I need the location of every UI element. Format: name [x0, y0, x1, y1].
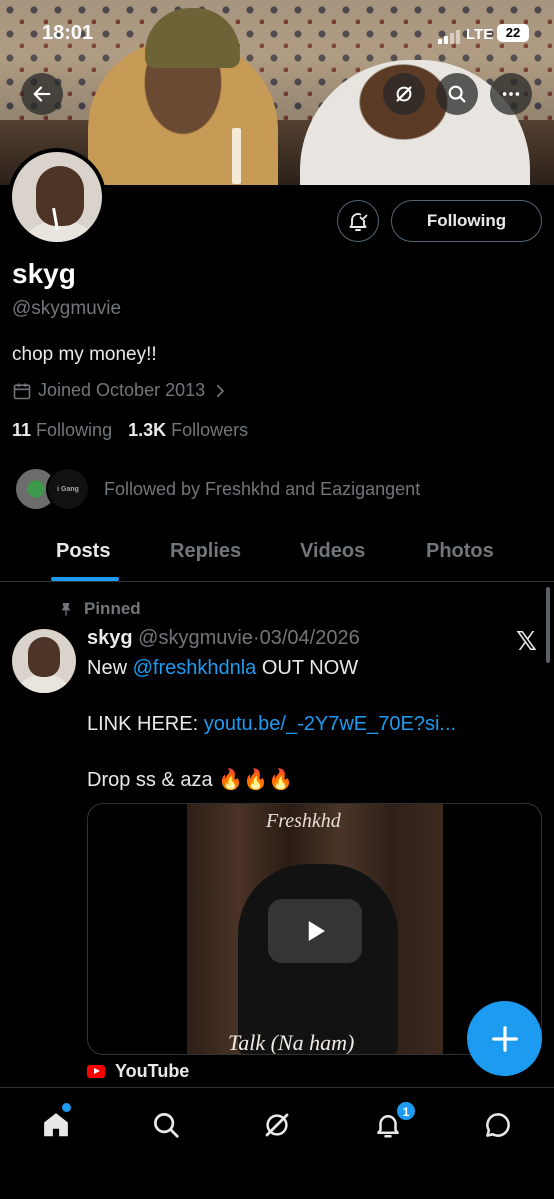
- bell-plus-icon: [349, 213, 368, 231]
- status-bar: 18:01 LTE 22: [0, 14, 554, 52]
- grok-icon: [396, 86, 412, 102]
- home-unread-dot: [62, 1103, 71, 1112]
- follow-counts: 11 Following 1.3K Followers: [12, 420, 248, 441]
- grok-button[interactable]: [383, 73, 425, 115]
- banner-candle: [232, 128, 241, 184]
- status-time: 18:01: [42, 22, 94, 44]
- profile-name: skyg: [12, 258, 76, 289]
- profile-avatar[interactable]: [8, 148, 106, 246]
- tab-photos[interactable]: Photos: [426, 540, 494, 563]
- post-avatar-shirt: [18, 675, 70, 693]
- back-icon: [33, 86, 51, 102]
- followers-count-label: Followers: [171, 420, 249, 440]
- search-button[interactable]: [436, 73, 478, 115]
- tab-videos[interactable]: Videos: [300, 540, 365, 563]
- signal-icon: [438, 26, 462, 44]
- more-button[interactable]: [490, 73, 532, 115]
- pin-icon: [61, 603, 71, 616]
- post-text-link-here: LINK HERE:: [87, 713, 204, 735]
- post-text-out-now: OUT NOW: [256, 657, 359, 679]
- nav-search[interactable]: [146, 1105, 186, 1145]
- more-icon: [502, 92, 520, 96]
- notifications-badge: 1: [396, 1101, 416, 1121]
- avatar-face: [36, 166, 84, 226]
- post-avatar-face: [28, 637, 60, 677]
- post-mention-link[interactable]: @freshkhdnla: [133, 657, 257, 679]
- following-count-label: Following: [36, 420, 113, 440]
- compose-button[interactable]: [467, 1001, 542, 1076]
- post-header: skyg @skygmuvie·03/04/2026: [87, 627, 360, 650]
- pinned-label: Pinned: [58, 599, 141, 619]
- battery-indicator: 22: [497, 24, 529, 42]
- scrollbar[interactable]: [546, 587, 550, 663]
- active-tab-indicator: [51, 577, 119, 581]
- following-count: 11: [12, 420, 32, 440]
- video-title-bottom: Talk (Na ham): [228, 1030, 355, 1055]
- play-icon: [308, 921, 325, 941]
- followers-link[interactable]: 1.3K Followers: [128, 420, 248, 440]
- grok-nav-icon: [265, 1113, 289, 1137]
- network-label: LTE: [466, 26, 494, 43]
- post-avatar[interactable]: [12, 629, 76, 693]
- follower-avatar-2: i Gang: [46, 467, 90, 511]
- plus-icon: [491, 1025, 518, 1052]
- video-title-top: Freshkhd: [266, 810, 341, 832]
- home-icon: [44, 1113, 68, 1137]
- tab-posts[interactable]: Posts: [56, 540, 110, 563]
- profile-tabs: Posts Replies Videos Photos: [0, 530, 554, 582]
- followed-by-text: Followed by Freshkhd and Eazigangent: [104, 478, 421, 499]
- messages-icon: [486, 1113, 510, 1137]
- pinned-text: Pinned: [84, 599, 141, 618]
- post-separator: ·: [252, 627, 260, 649]
- nav-messages[interactable]: [478, 1105, 518, 1145]
- profile-handle: @skygmuvie: [12, 298, 122, 319]
- post-url-link[interactable]: youtu.be/_-2Y7wE_70E?si...: [204, 713, 456, 735]
- post-author-name[interactable]: skyg: [87, 627, 133, 649]
- post-date[interactable]: 03/04/2026: [260, 627, 360, 649]
- post-author-handle[interactable]: @skygmuvie: [138, 627, 253, 649]
- notify-button[interactable]: [337, 200, 379, 242]
- x-logo-icon: 𝕏: [516, 626, 537, 656]
- tab-replies[interactable]: Replies: [170, 540, 241, 563]
- nav-home[interactable]: [36, 1105, 76, 1145]
- post-text-new: New: [87, 657, 133, 679]
- following-link[interactable]: 11 Following: [12, 420, 112, 440]
- search-nav-icon: [154, 1113, 179, 1138]
- bottom-navigation: 1: [0, 1087, 554, 1199]
- joined-date[interactable]: Joined October 2013: [12, 380, 235, 401]
- nav-grok[interactable]: [257, 1105, 297, 1145]
- profile-bio: chop my money!!: [12, 344, 157, 365]
- followers-count: 1.3K: [128, 420, 167, 440]
- back-button[interactable]: [21, 73, 63, 115]
- chevron-right-icon: [217, 384, 225, 397]
- video-source-label: YouTube: [115, 1061, 190, 1081]
- joined-label: Joined October 2013: [38, 380, 206, 400]
- search-icon: [448, 85, 466, 103]
- post-text-line-3: Drop ss & aza 🔥🔥🔥: [87, 769, 293, 791]
- post-text-line-1: New @freshkhdnla OUT NOW: [87, 657, 358, 680]
- following-button[interactable]: Following: [391, 200, 542, 242]
- calendar-icon: [13, 383, 31, 399]
- video-source[interactable]: YouTube: [87, 1061, 189, 1082]
- youtube-icon: [87, 1065, 105, 1078]
- play-button[interactable]: [268, 899, 362, 963]
- followed-by-row[interactable]: i Gang Followed by Freshkhd and Eazigang…: [14, 466, 420, 512]
- post-text-line-2: LINK HERE: youtu.be/_-2Y7wE_70E?si...: [87, 713, 456, 736]
